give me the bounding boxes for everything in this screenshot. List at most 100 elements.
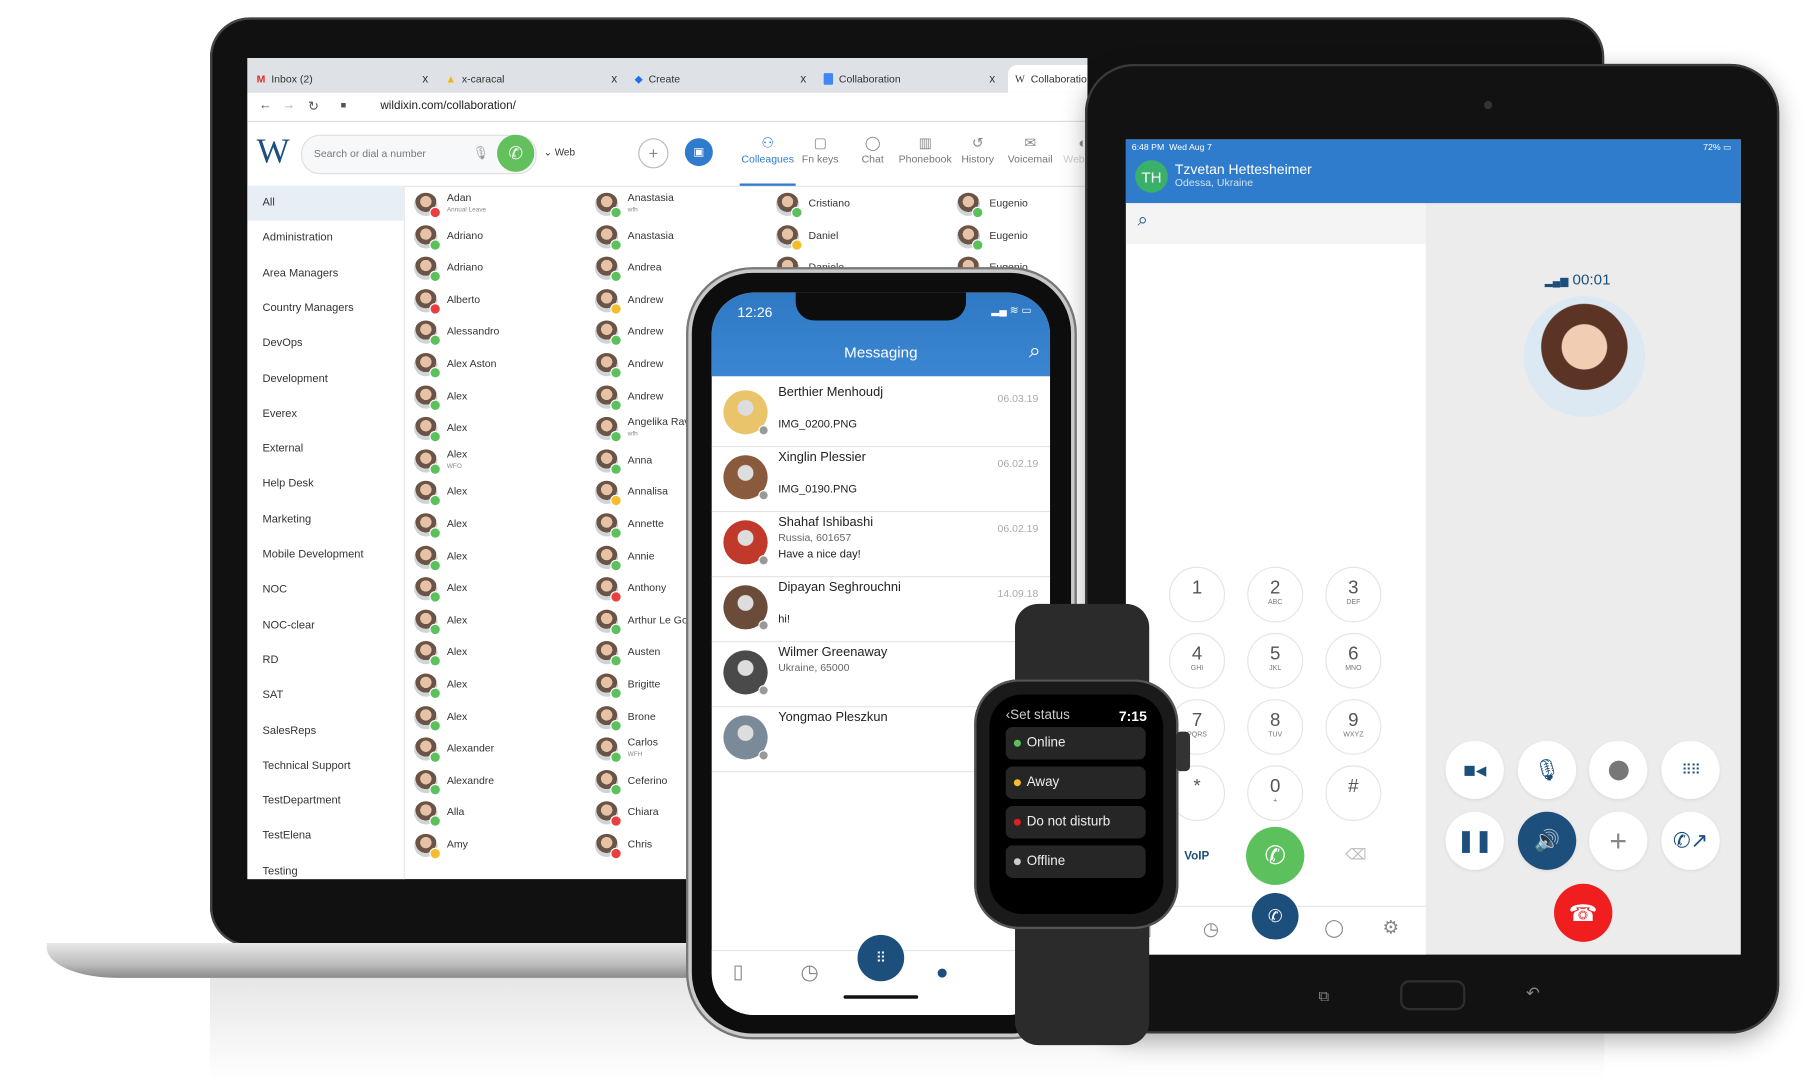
call-button[interactable]: ✆: [497, 134, 535, 172]
status-option-away[interactable]: Away: [1005, 766, 1146, 799]
nav-book[interactable]: ▥ Phonebook: [897, 135, 953, 165]
web-device-selector[interactable]: ⌄ Web: [544, 146, 575, 159]
gear-icon[interactable]: ⚙: [1383, 916, 1400, 939]
contact-item[interactable]: Alex WFO: [414, 448, 589, 477]
watch-crown[interactable]: [1176, 731, 1191, 772]
close-icon[interactable]: x: [989, 73, 995, 86]
keypad-key-8[interactable]: 8 TUV: [1247, 699, 1304, 755]
clock-icon[interactable]: ◷: [800, 960, 818, 984]
contact-item[interactable]: Eugenio: [956, 224, 1088, 253]
contact-item[interactable]: Eugenio: [956, 192, 1088, 221]
reload-icon[interactable]: ↻: [308, 99, 319, 114]
keypad-button[interactable]: ⠿: [857, 934, 905, 982]
nav-people[interactable]: ⚇ Colleagues: [740, 135, 796, 165]
contact-item[interactable]: Alessandro: [414, 320, 589, 349]
keypad-key-3[interactable]: 3 DEF: [1325, 566, 1382, 623]
contact-item[interactable]: Alex: [414, 513, 589, 541]
contact-item[interactable]: Alex: [414, 609, 589, 637]
nav-voicemail[interactable]: ✉ Voicemail: [1002, 135, 1058, 165]
sidebar-item[interactable]: TestElena: [247, 819, 403, 854]
sidebar-item[interactable]: TestDepartment: [247, 784, 403, 819]
contact-item[interactable]: Alex: [414, 673, 589, 702]
close-icon[interactable]: x: [800, 73, 806, 86]
contact-item[interactable]: Anastasia wfh: [595, 192, 770, 221]
sidebar-item[interactable]: All: [247, 185, 404, 221]
sidebar-item[interactable]: NOC-clear: [247, 608, 403, 643]
message-thread[interactable]: Dipayan Seghrouchni hi! 14.09.18: [711, 576, 1051, 643]
status-option-do-not-disturb[interactable]: Do not disturb: [1005, 805, 1146, 839]
mute-button[interactable]: 🎙: [1517, 740, 1577, 799]
contact-item[interactable]: Alex Aston: [414, 353, 589, 381]
chat-icon[interactable]: ●: [936, 960, 949, 984]
clock-icon[interactable]: ◷: [1203, 917, 1219, 940]
keypad-key-2[interactable]: 2 ABC: [1247, 566, 1304, 623]
contact-item[interactable]: Adan Annual Leave: [414, 192, 589, 221]
tab-inbox[interactable]: M Inbox (2) x: [257, 65, 438, 93]
search-icon[interactable]: ⌕: [1029, 339, 1041, 363]
keypad-button[interactable]: ⠿⠿: [1661, 740, 1720, 799]
keypad-key-0[interactable]: 0 +: [1247, 765, 1304, 822]
sidebar-item[interactable]: RD: [247, 643, 403, 678]
hold-button[interactable]: ❚❚: [1445, 811, 1504, 870]
keypad-key-5[interactable]: 5 JKL: [1247, 632, 1304, 689]
contact-item[interactable]: Alexandre: [414, 769, 589, 798]
watch-back-title[interactable]: ‹Set status: [1006, 708, 1070, 722]
sidebar-item[interactable]: Country Managers: [247, 291, 403, 326]
sidebar-item[interactable]: Technical Support: [247, 749, 403, 784]
nav-history[interactable]: ↺ History: [950, 135, 1006, 165]
contact-item[interactable]: Alexander: [414, 737, 589, 766]
search-icon[interactable]: ⌕: [1138, 210, 1148, 231]
sidebar-item[interactable]: Testing: [247, 854, 403, 879]
contact-item[interactable]: Alex: [414, 385, 589, 413]
contact-item[interactable]: Alberto: [414, 288, 589, 317]
backspace-icon[interactable]: ⌫: [1345, 845, 1366, 864]
home-button[interactable]: [1400, 980, 1466, 1011]
close-icon[interactable]: x: [611, 73, 617, 86]
add-call-button[interactable]: +: [1589, 811, 1648, 870]
sidebar-item[interactable]: Mobile Development: [247, 538, 403, 573]
screen-share-button[interactable]: ▣: [684, 138, 713, 167]
dial-call-button[interactable]: ✆: [1246, 826, 1305, 885]
keypad-key-hash[interactable]: #: [1325, 765, 1382, 822]
contact-item[interactable]: Alex: [414, 545, 589, 573]
contact-item[interactable]: Alla: [414, 801, 589, 830]
sidebar-item[interactable]: Help Desk: [247, 467, 403, 502]
keypad-key-1[interactable]: 1: [1169, 566, 1226, 623]
keypad-key-9[interactable]: 9 WXYZ: [1325, 699, 1382, 755]
sidebar-item[interactable]: Area Managers: [247, 256, 403, 291]
nav-chat[interactable]: ◯ Chat: [845, 135, 901, 165]
nav-webinar[interactable]: ◐ Webinar: [1055, 135, 1087, 165]
tab-x-caracal[interactable]: ▲ x-caracal x: [446, 65, 627, 93]
status-option-offline[interactable]: Offline: [1005, 845, 1146, 878]
sidebar-item[interactable]: Marketing: [247, 502, 403, 537]
chat-icon[interactable]: ◯: [1324, 917, 1344, 939]
contact-item[interactable]: Anastasia: [595, 224, 770, 253]
microphone-icon[interactable]: 🎙: [473, 145, 489, 160]
address-bar[interactable]: ← → ↻ ■ wildixin.com/collaboration/: [247, 92, 1088, 122]
sidebar-item[interactable]: SAT: [247, 678, 403, 713]
contact-item[interactable]: Alex: [414, 481, 589, 509]
contact-item[interactable]: Alex: [414, 641, 589, 669]
sidebar-item[interactable]: Administration: [247, 221, 403, 256]
contact-item[interactable]: Alex: [414, 705, 589, 734]
record-button[interactable]: [1589, 740, 1648, 799]
message-thread[interactable]: Berthier Menhoudj IMG_0200.PNG 06.03.19: [711, 381, 1051, 448]
add-button[interactable]: +: [638, 138, 669, 169]
sidebar-item[interactable]: Everex: [247, 397, 403, 432]
forward-icon[interactable]: →: [282, 99, 295, 113]
contact-item[interactable]: Adriano: [414, 256, 589, 285]
close-icon[interactable]: x: [422, 73, 428, 86]
contact-item[interactable]: Daniel: [775, 224, 951, 253]
message-thread[interactable]: Xinglin Plessier IMG_0190.PNG 06.02.19: [711, 446, 1051, 513]
contact-item[interactable]: Adriano: [414, 224, 589, 253]
recent-apps-icon[interactable]: ⧉: [1318, 987, 1329, 1006]
contact-item[interactable]: Alex: [414, 577, 589, 605]
message-thread[interactable]: Shahaf Ishibashi Russia, 601657 Have a nic…: [711, 511, 1051, 578]
sidebar-item[interactable]: DevOps: [247, 327, 403, 362]
keypad-key-6[interactable]: 6 MNO: [1325, 632, 1382, 689]
hangup-button[interactable]: ☎: [1554, 883, 1613, 942]
contact-item[interactable]: Alex: [414, 417, 589, 445]
phone-icon[interactable]: ▯: [733, 960, 744, 983]
sidebar-item[interactable]: NOC: [247, 573, 403, 608]
tab-create[interactable]: ◆ Create x: [635, 65, 816, 93]
